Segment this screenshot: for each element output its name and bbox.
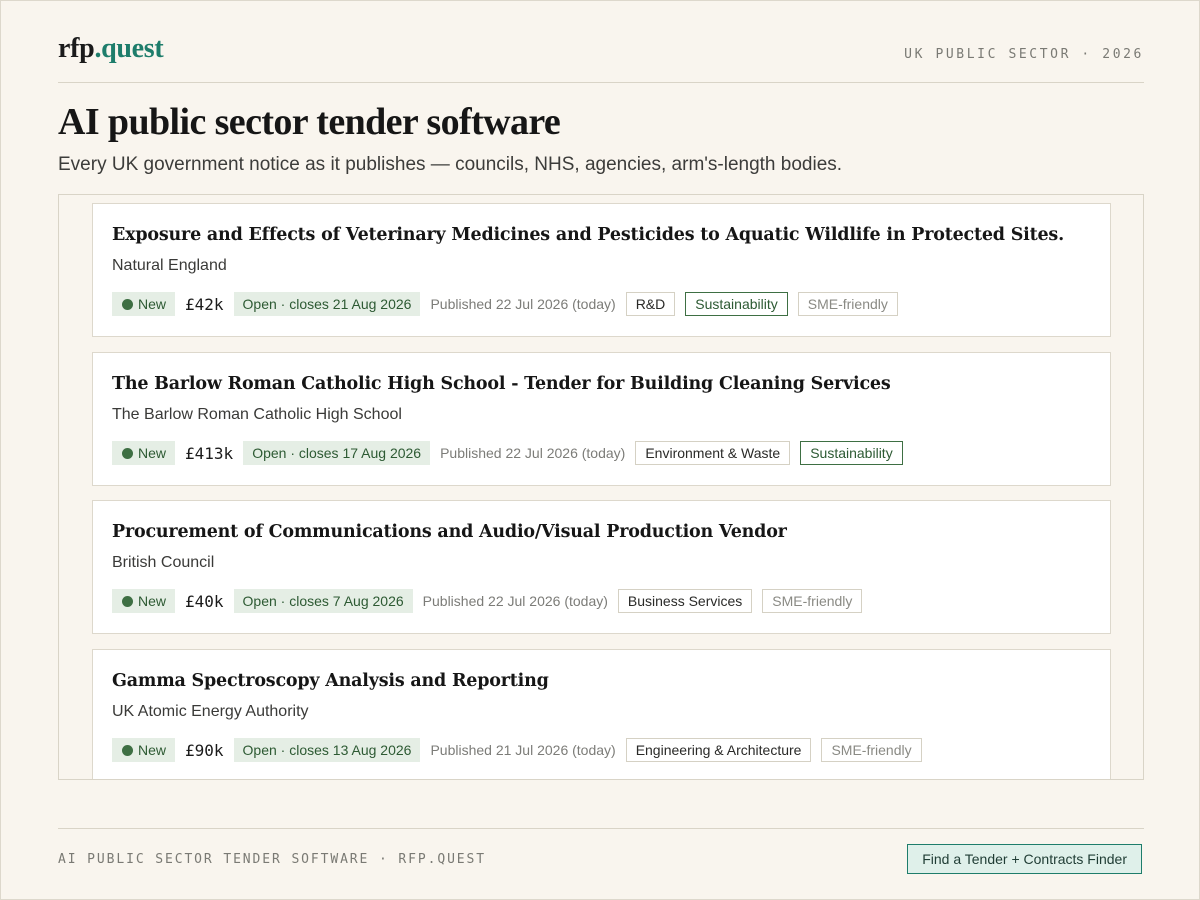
status-badge: Open · closes 13 Aug 2026 bbox=[233, 738, 421, 762]
page-title: AI public sector tender software bbox=[58, 101, 561, 143]
new-badge: New bbox=[112, 441, 176, 465]
tag-sme-friendly[interactable]: SME-friendly bbox=[762, 589, 863, 613]
tender-value: £42k bbox=[185, 294, 224, 314]
tender-value: £40k bbox=[185, 591, 224, 611]
published-date: Published 22 Jul 2026 (today) bbox=[422, 593, 608, 609]
tender-value: £90k bbox=[185, 740, 224, 760]
tender-list[interactable]: Exposure and Effects of Veterinary Medic… bbox=[58, 194, 1144, 780]
logo[interactable]: rfp.quest bbox=[58, 33, 164, 65]
status-badge: Open · closes 17 Aug 2026 bbox=[243, 441, 431, 465]
tender-organisation: Natural England bbox=[112, 257, 227, 274]
tender-title[interactable]: The Barlow Roman Catholic High School - … bbox=[112, 374, 891, 394]
tag-rnd[interactable]: R&D bbox=[625, 292, 676, 316]
tender-card[interactable]: The Barlow Roman Catholic High School - … bbox=[92, 352, 1111, 486]
tender-card[interactable]: Gamma Spectroscopy Analysis and Reportin… bbox=[92, 649, 1111, 779]
status-dot-icon bbox=[122, 595, 133, 607]
tag-sme-friendly[interactable]: SME-friendly bbox=[821, 738, 922, 762]
new-badge: New bbox=[112, 292, 176, 316]
tag-engineering-architecture[interactable]: Engineering & Architecture bbox=[625, 738, 812, 762]
published-date: Published 22 Jul 2026 (today) bbox=[430, 296, 616, 312]
status-badge: Open · closes 7 Aug 2026 bbox=[233, 589, 413, 613]
tender-organisation: UK Atomic Energy Authority bbox=[112, 703, 309, 720]
footer-divider bbox=[58, 828, 1144, 829]
tag-environment-waste[interactable]: Environment & Waste bbox=[635, 441, 791, 465]
tender-title[interactable]: Gamma Spectroscopy Analysis and Reportin… bbox=[112, 671, 549, 691]
tender-card[interactable]: Procurement of Communications and Audio/… bbox=[92, 500, 1111, 634]
site-header: rfp.quest UK PUBLIC SECTOR · 2026 bbox=[58, 31, 1144, 83]
tag-business-services[interactable]: Business Services bbox=[617, 589, 753, 613]
tender-title[interactable]: Exposure and Effects of Veterinary Medic… bbox=[112, 225, 1064, 245]
header-tagline: UK PUBLIC SECTOR · 2026 bbox=[904, 47, 1144, 62]
footer-text: AI PUBLIC SECTOR TENDER SOFTWARE · RFP.Q… bbox=[58, 852, 486, 867]
tender-card[interactable]: Exposure and Effects of Veterinary Medic… bbox=[92, 203, 1111, 337]
find-tender-button[interactable]: Find a Tender + Contracts Finder bbox=[907, 844, 1142, 874]
page-subtitle: Every UK government notice as it publish… bbox=[58, 154, 843, 175]
status-dot-icon bbox=[122, 447, 133, 459]
logo-accent: .quest bbox=[94, 33, 164, 64]
new-badge-label: New bbox=[138, 445, 167, 461]
published-date: Published 22 Jul 2026 (today) bbox=[440, 445, 626, 461]
tag-sustainability[interactable]: Sustainability bbox=[800, 441, 903, 465]
new-badge-label: New bbox=[138, 742, 167, 758]
tender-meta: New £40k Open · closes 7 Aug 2026 Publis… bbox=[112, 588, 863, 614]
published-date: Published 21 Jul 2026 (today) bbox=[430, 742, 616, 758]
tender-title[interactable]: Procurement of Communications and Audio/… bbox=[112, 522, 787, 542]
new-badge-label: New bbox=[138, 593, 167, 609]
tender-meta: New £413k Open · closes 17 Aug 2026 Publ… bbox=[112, 440, 903, 466]
tender-organisation: British Council bbox=[112, 554, 215, 571]
tender-meta: New £42k Open · closes 21 Aug 2026 Publi… bbox=[112, 291, 898, 317]
logo-main: rfp bbox=[58, 33, 95, 64]
new-badge: New bbox=[112, 589, 176, 613]
new-badge: New bbox=[112, 738, 176, 762]
new-badge-label: New bbox=[138, 296, 167, 312]
tag-sustainability[interactable]: Sustainability bbox=[685, 292, 788, 316]
tender-meta: New £90k Open · closes 13 Aug 2026 Publi… bbox=[112, 737, 922, 763]
status-dot-icon bbox=[122, 298, 133, 310]
tender-value: £413k bbox=[185, 443, 234, 463]
status-dot-icon bbox=[122, 744, 133, 756]
tag-sme-friendly[interactable]: SME-friendly bbox=[797, 292, 898, 316]
status-badge: Open · closes 21 Aug 2026 bbox=[233, 292, 421, 316]
tender-organisation: The Barlow Roman Catholic High School bbox=[112, 406, 402, 423]
